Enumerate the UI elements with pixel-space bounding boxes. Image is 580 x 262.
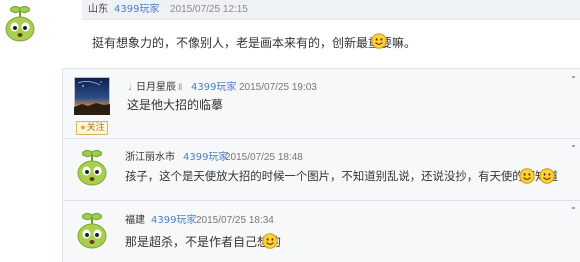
reply-divider	[62, 200, 580, 201]
user-level-icon: ♩	[128, 83, 133, 93]
smile-emoticon-icon	[539, 168, 555, 184]
smile-emoticon-icon	[519, 168, 535, 184]
comment-author[interactable]: 山东	[88, 4, 108, 16]
reply-timestamp: 2015/07/25 18:48	[225, 152, 303, 163]
reply-timestamp: 2015/07/25 18:34	[196, 215, 274, 226]
follow-button[interactable]: ★关注	[76, 121, 108, 135]
sprout-mascot-avatar-icon[interactable]	[2, 4, 38, 42]
reply-text: 这是他大招的临摹	[127, 98, 224, 112]
reply-timestamp: 2015/07/25 19:03	[239, 82, 317, 93]
reply-author[interactable]: 福建	[125, 215, 145, 227]
comment-thread: 山东 4399玩家 2015/07/25 12:15 挺有想象力的，不像别人，老…	[0, 0, 580, 262]
comment-text: 挺有想象力的，不像别人，老是画本来有的，创新最重要嘛。	[92, 36, 417, 50]
user-level-badge: Ⅱ	[178, 83, 183, 93]
reply-text: 孩子，这个是天使放大招的时候一个图片，不知道别乱说，还说没抄，有天使的都知道	[125, 169, 558, 183]
reply-author-tag[interactable]: 4399玩家	[191, 82, 236, 94]
comment-author-tag[interactable]: 4399玩家	[114, 4, 159, 16]
smile-emoticon-icon	[262, 233, 278, 249]
reply-author-tag[interactable]: 4399玩家	[151, 215, 196, 227]
comment-timestamp: 2015/07/25 12:15	[170, 4, 248, 15]
smile-emoticon-icon	[371, 33, 387, 49]
reply-text: 那是超杀，不是作者自己想的	[125, 235, 282, 249]
reply-author[interactable]: 浙江丽水市	[125, 152, 175, 164]
sprout-mascot-avatar-icon[interactable]	[74, 211, 110, 249]
star-icon: ★	[79, 123, 87, 132]
scroll-marker	[572, 207, 575, 209]
reply-author-tag[interactable]: 4399玩家	[183, 152, 228, 164]
reply-author[interactable]: 日月星辰	[136, 82, 176, 94]
reply-divider	[62, 138, 580, 139]
sprout-mascot-avatar-icon[interactable]	[74, 148, 110, 186]
scroll-marker	[572, 145, 575, 147]
night-sky-avatar-icon[interactable]	[74, 77, 110, 115]
scroll-marker	[572, 76, 575, 78]
follow-label: 关注	[86, 123, 105, 133]
